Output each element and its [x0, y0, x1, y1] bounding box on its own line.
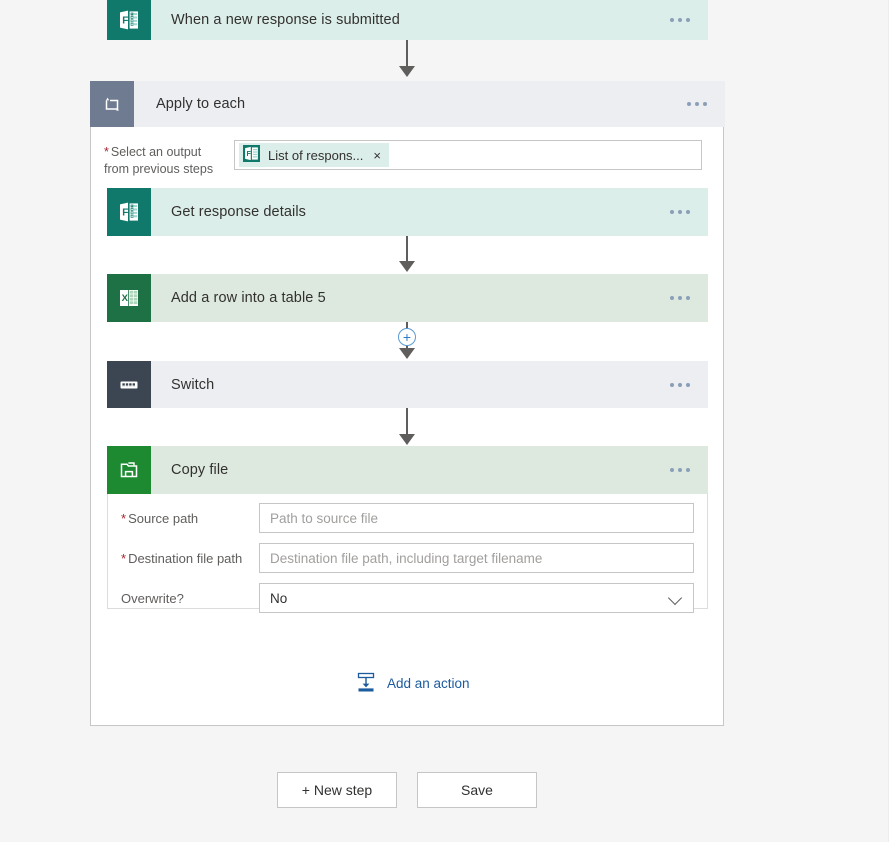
microsoft-forms-icon: F — [107, 188, 151, 236]
action-title: Switch — [171, 376, 215, 393]
new-step-button[interactable]: + New step — [277, 772, 397, 808]
overwrite-label: Overwrite? — [121, 590, 184, 606]
apply-to-each-loop-icon — [90, 81, 134, 127]
loop-input-label-line1: Select an output — [110, 145, 202, 159]
copy-file-form: * Source path Path to source file * Destin… — [107, 494, 708, 614]
loop-input-field[interactable]: F List of respons... × — [234, 140, 702, 170]
trigger-overflow-menu-icon[interactable] — [652, 0, 708, 40]
overwrite-selected-value: No — [270, 590, 288, 606]
source-path-label-text: Source path — [128, 510, 199, 526]
loop-input-label: * Select an output from previous steps — [104, 140, 234, 178]
action-card-add-a-row-into-a-table-5[interactable]: X Add a row into a table 5 — [107, 274, 708, 322]
add-a-row-overflow-menu-icon[interactable] — [652, 274, 708, 322]
chevron-down-icon — [669, 591, 683, 605]
svg-text:X: X — [122, 293, 129, 304]
destination-file-path-input[interactable]: Destination file path, including target … — [259, 543, 694, 573]
connector-trigger-to-loop — [406, 40, 408, 69]
loop-input-row: *Select an output from previous steps F — [104, 140, 709, 178]
add-an-action-icon — [355, 671, 377, 696]
connector-arrowhead-copy-file — [399, 434, 415, 445]
action-card-switch[interactable]: Switch — [107, 361, 708, 408]
source-path-label: * Source path — [121, 511, 259, 526]
svg-text:F: F — [247, 150, 252, 158]
copy-file-icon — [107, 446, 151, 494]
action-card-get-response-details[interactable]: F Get response details — [107, 188, 708, 236]
token-chip-label: List of respons... — [268, 147, 364, 163]
action-title: Get response details — [171, 204, 306, 220]
form-row-source-path: * Source path Path to source file — [107, 502, 708, 534]
form-row-overwrite: Overwrite? No — [107, 582, 708, 614]
connector-arrowhead-trigger — [399, 66, 415, 77]
svg-text:F: F — [122, 15, 128, 26]
insert-new-step-button[interactable]: + — [398, 328, 416, 346]
action-card-copy-file-header[interactable]: Copy file — [107, 446, 708, 494]
connector-arrowhead-switch — [399, 348, 415, 359]
overwrite-select[interactable]: No — [259, 583, 694, 613]
save-button[interactable]: Save — [417, 772, 537, 808]
add-an-action-label: Add an action — [387, 676, 470, 691]
switch-overflow-menu-icon[interactable] — [652, 361, 708, 408]
get-response-details-overflow-menu-icon[interactable] — [652, 188, 708, 236]
microsoft-excel-icon: X — [107, 274, 151, 322]
token-remove-icon[interactable]: × — [371, 148, 383, 163]
form-row-destination-file-path: * Destination file path Destination file … — [107, 542, 708, 574]
svg-text:F: F — [122, 207, 128, 218]
connector-get-response-to-add-row — [406, 236, 408, 264]
microsoft-forms-icon: F — [107, 0, 151, 40]
apply-to-each-header[interactable]: Apply to each — [90, 81, 725, 127]
copy-file-title: Copy file — [171, 462, 229, 478]
required-asterisk: * — [121, 550, 127, 566]
apply-to-each-title: Apply to each — [156, 96, 246, 112]
switch-control-icon — [107, 361, 151, 408]
required-asterisk: * — [104, 145, 109, 159]
destination-file-path-label-text: Destination file path — [128, 550, 243, 566]
add-an-action-button[interactable]: Add an action — [355, 671, 470, 696]
microsoft-forms-icon: F — [243, 145, 260, 165]
trigger-card-when-a-new-response-is-submitted[interactable]: F When a new response is submitted — [107, 0, 708, 40]
loop-input-label-line2: from previous steps — [104, 162, 214, 176]
source-path-input[interactable]: Path to source file — [259, 503, 694, 533]
action-title: Add a row into a table 5 — [171, 290, 326, 306]
flow-designer-canvas: F When a new response is submitted Apply… — [0, 0, 889, 842]
required-asterisk: * — [121, 510, 127, 526]
connector-switch-to-copy-file — [406, 408, 408, 436]
trigger-title: When a new response is submitted — [171, 12, 400, 28]
connector-arrowhead-add-row — [399, 261, 415, 272]
copy-file-overflow-menu-icon[interactable] — [652, 446, 708, 494]
apply-to-each-overflow-menu-icon[interactable] — [669, 81, 725, 127]
destination-file-path-label: * Destination file path — [121, 551, 259, 566]
dynamic-content-token-chip[interactable]: F List of respons... × — [239, 143, 389, 167]
